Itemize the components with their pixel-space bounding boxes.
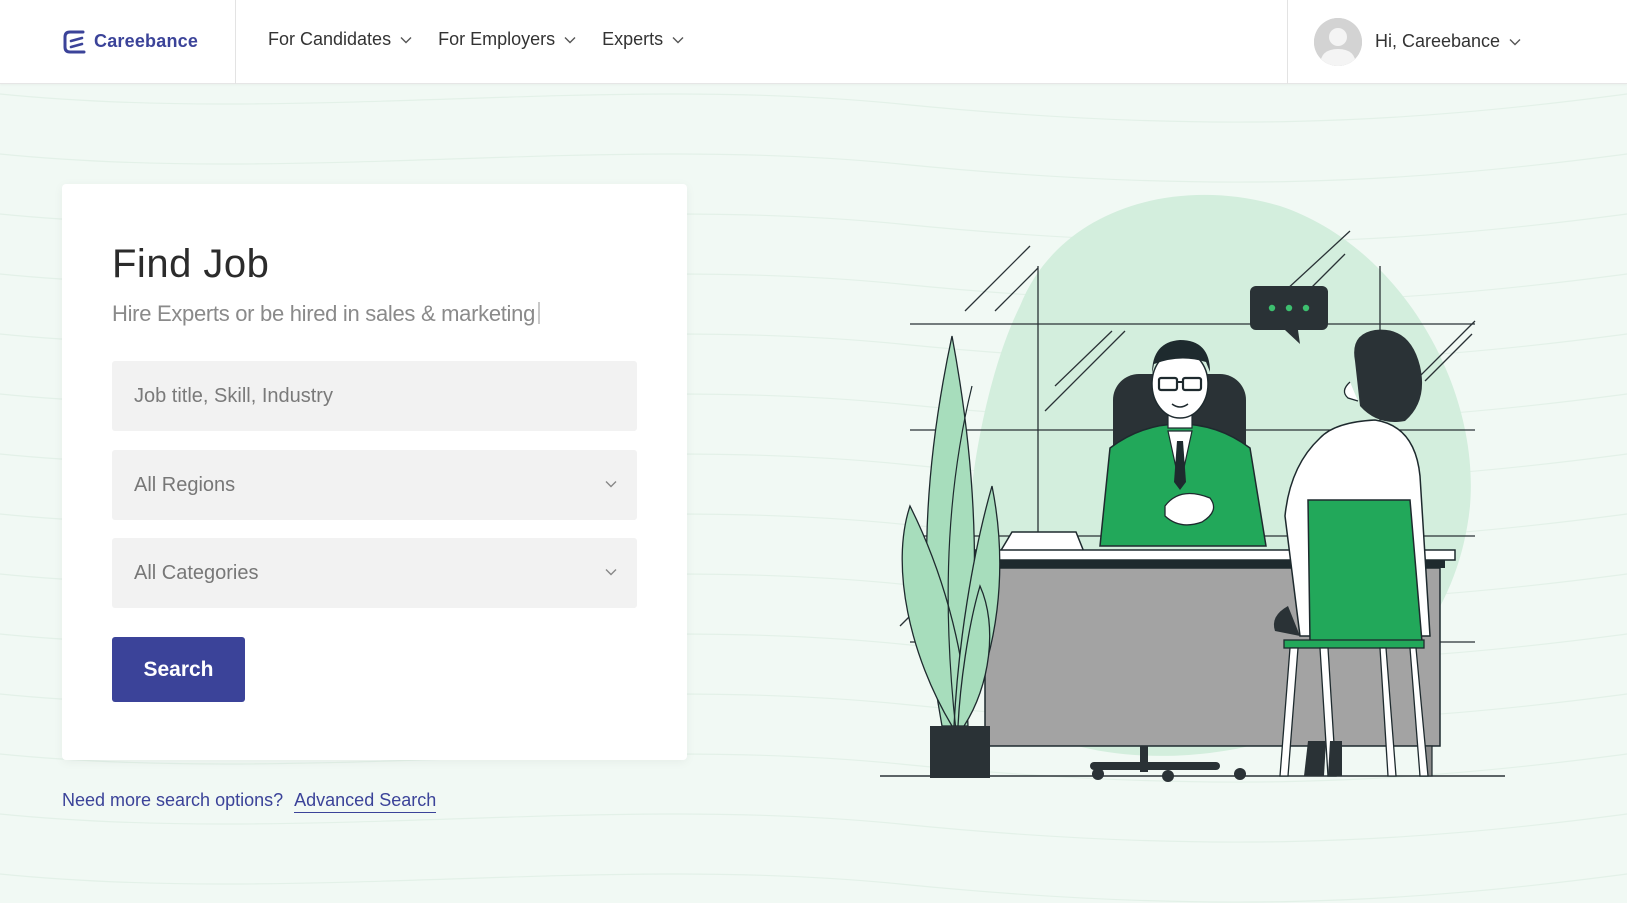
avatar [1314, 17, 1362, 66]
nav-label: Experts [602, 29, 664, 49]
nav-for-candidates[interactable]: For Candidates [268, 29, 412, 50]
keyword-field[interactable] [112, 361, 637, 431]
chevron-down-icon [400, 36, 412, 43]
chevron-down-icon [605, 569, 617, 576]
nav-label: For Employers [438, 29, 556, 49]
chevron-down-icon [672, 36, 684, 43]
user-greeting: Hi, Careebance [1375, 31, 1501, 51]
typing-cursor [538, 302, 541, 324]
nav-for-employers[interactable]: For Employers [438, 29, 576, 50]
user-avatar-icon [1314, 17, 1362, 66]
nav-label: For Candidates [268, 29, 392, 49]
region-select-value: All Regions [134, 473, 236, 496]
advanced-search-prompt: Need more search options? [62, 790, 284, 810]
user-menu[interactable]: Hi, Careebance [1287, 0, 1627, 84]
chevron-down-icon [605, 481, 617, 488]
category-select[interactable]: All Categories [112, 538, 637, 608]
category-select-value: All Categories [134, 561, 259, 584]
advanced-search-link[interactable]: Advanced Search [294, 790, 437, 813]
brand-logo-link[interactable]: Careebance [0, 0, 236, 84]
main-nav: For Candidates For Employers Experts [236, 0, 1287, 84]
search-button[interactable]: Search [112, 637, 245, 702]
page-title: Find Job [112, 242, 270, 286]
search-subtitle: Hire Experts or be hired in sales & mark… [112, 301, 637, 327]
keyword-input[interactable] [134, 384, 615, 408]
chevron-down-icon [564, 36, 576, 43]
brand-name: Careebance [94, 31, 199, 51]
top-navbar: Careebance For Candidates For Employers … [0, 0, 1627, 84]
job-interview-illustration [880, 194, 1505, 782]
advanced-search-row: Need more search options? Advanced Searc… [62, 790, 437, 813]
brand-logo-icon [63, 30, 86, 53]
region-select[interactable]: All Regions [112, 450, 637, 520]
subtitle-text: Hire Experts or be hired in sales & mark… [112, 301, 536, 326]
job-search-card: Find Job Hire Experts or be hired in sal… [62, 184, 687, 760]
chevron-down-icon [1509, 38, 1521, 45]
nav-experts[interactable]: Experts [602, 29, 684, 50]
